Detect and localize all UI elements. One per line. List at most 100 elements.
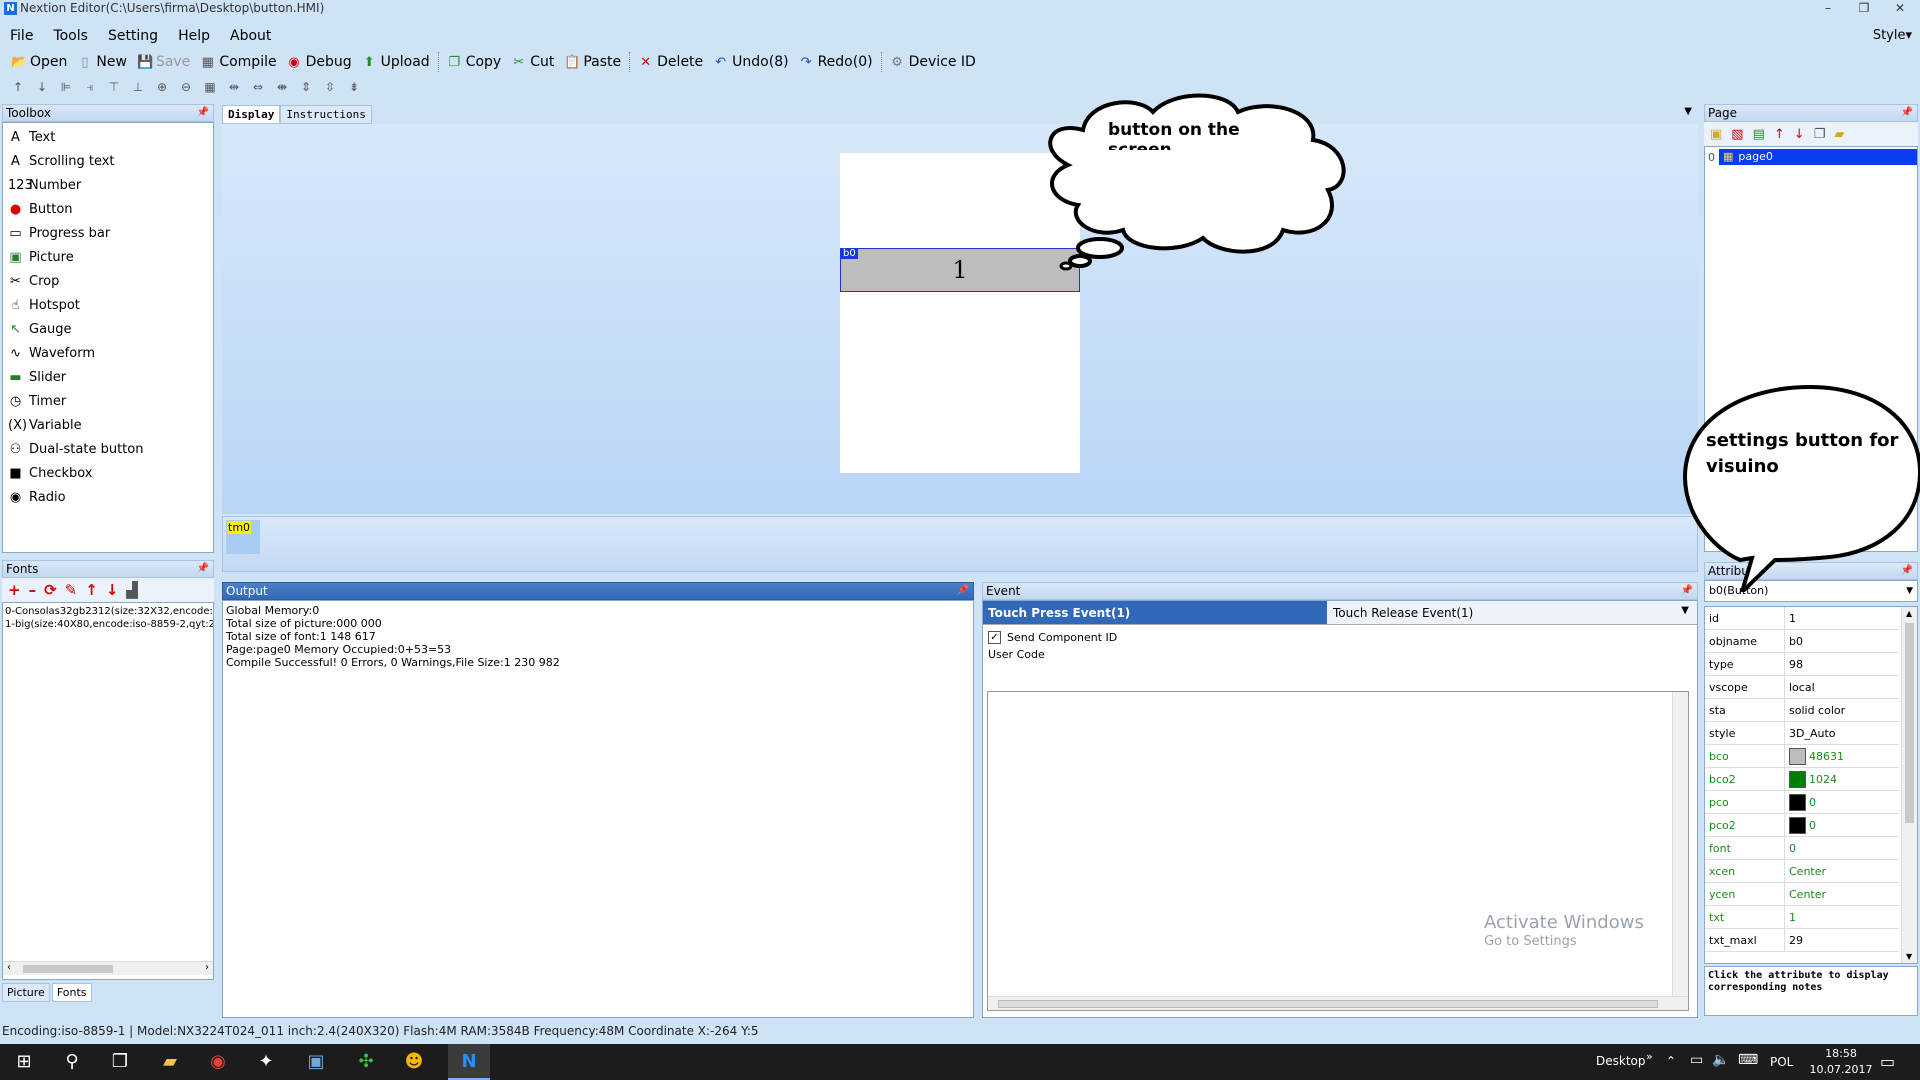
attribute-row-bco[interactable]: bco 48631 [1705, 745, 1899, 768]
file-explorer-icon[interactable]: ▰ [156, 1050, 184, 1074]
app-icon-4[interactable]: ☻ [400, 1050, 428, 1074]
color-swatch[interactable] [1789, 770, 1806, 788]
scroll-thumb[interactable] [998, 1000, 1658, 1008]
attribute-row-font[interactable]: font 0 [1705, 837, 1899, 860]
space-vertical-increase-icon[interactable]: ⇟ [344, 80, 364, 98]
attribute-row-id[interactable]: id 1 [1705, 607, 1899, 630]
toolbox-item-text[interactable]: A Text [3, 125, 213, 149]
toolbox-item-dual-state-button[interactable]: ⚇ Dual-state button [3, 437, 213, 461]
toolbox-item-radio[interactable]: ◉ Radio [3, 485, 213, 509]
space-vertical-icon[interactable]: ⇕ [296, 80, 316, 98]
volume-icon[interactable]: 🔈 [1712, 1052, 1729, 1068]
cut-button[interactable]: ✂ Cut [506, 51, 559, 73]
page-item-page0[interactable]: ▦ page0 [1719, 149, 1917, 165]
language-indicator[interactable]: POL [1770, 1055, 1793, 1069]
space-vertical-equal-icon[interactable]: ⇳ [320, 80, 340, 98]
attribute-value[interactable]: 3D_Auto [1785, 722, 1899, 744]
add-page-icon[interactable]: ▣ [1710, 127, 1722, 142]
space-increase-icon[interactable]: ⇼ [272, 80, 292, 98]
space-horizontal-icon[interactable]: ⇹ [224, 80, 244, 98]
attribute-value[interactable]: 0 [1785, 837, 1899, 859]
bring-forward-icon[interactable]: ↑ [8, 80, 28, 98]
scroll-thumb[interactable] [23, 965, 113, 973]
export-page-icon[interactable]: ▰ [1834, 127, 1844, 142]
search-icon[interactable]: ⚲ [58, 1050, 86, 1074]
horizontal-scrollbar[interactable] [988, 996, 1688, 1010]
dropdown-arrow-icon[interactable]: ▼ [1681, 605, 1689, 616]
add-font-icon[interactable]: + [8, 581, 21, 599]
attribute-value[interactable]: 0 [1785, 791, 1899, 813]
toolbox-item-scrolling-text[interactable]: A Scrolling text [3, 149, 213, 173]
refresh-font-icon[interactable]: ⟳ [44, 581, 57, 599]
toolbox-item-checkbox[interactable]: ■ Checkbox [3, 461, 213, 485]
edit-font-icon[interactable]: ✎ [65, 581, 78, 599]
upload-button[interactable]: ⬆ Upload [357, 51, 435, 73]
pin-icon[interactable]: 📌 [957, 583, 969, 599]
attribute-row-pco[interactable]: pco 0 [1705, 791, 1899, 814]
attribute-row-vscope[interactable]: vscope local [1705, 676, 1899, 699]
attribute-row-xcen[interactable]: xcen Center [1705, 860, 1899, 883]
attribute-value[interactable]: 98 [1785, 653, 1899, 675]
save-button[interactable]: 💾 Save [132, 51, 195, 73]
scroll-up-icon[interactable]: ▲ [1906, 609, 1912, 618]
new-button[interactable]: ▯ New [72, 51, 132, 73]
font-item[interactable]: 1-big(size:40X80,encode:iso-8859-2,qyt:2… [3, 619, 213, 631]
compile-button[interactable]: ▦ Compile [195, 51, 281, 73]
attribute-row-type[interactable]: type 98 [1705, 653, 1899, 676]
pin-icon[interactable]: 📌 [197, 105, 209, 121]
attribute-value[interactable]: solid color [1785, 699, 1899, 721]
pin-icon[interactable]: 📌 [1901, 105, 1913, 121]
attribute-row-objname[interactable]: objname b0 [1705, 630, 1899, 653]
chrome-icon[interactable]: ◉ [204, 1050, 232, 1074]
debug-button[interactable]: ◉ Debug [282, 51, 357, 73]
move-down-icon[interactable]: ↓ [106, 581, 119, 599]
horizontal-scrollbar[interactable]: ‹ › [3, 961, 213, 975]
insert-page-icon[interactable]: ▤ [1753, 127, 1765, 142]
attribute-value[interactable]: 1 [1785, 607, 1899, 629]
send-backward-icon[interactable]: ↓ [32, 80, 52, 98]
toolbox-item-slider[interactable]: ▬ Slider [3, 365, 213, 389]
align-top-icon[interactable]: ⊤ [104, 80, 124, 98]
attribute-value[interactable]: Center [1785, 883, 1899, 905]
scroll-left-icon[interactable]: ‹ [7, 962, 11, 973]
style-menu[interactable]: Style▾ [1873, 28, 1912, 43]
tab-display[interactable]: Display [222, 105, 281, 124]
restore-button[interactable]: ❐ [1846, 0, 1882, 16]
delete-page-icon[interactable]: ▧ [1731, 127, 1743, 142]
attribute-value[interactable]: 1 [1785, 906, 1899, 928]
tab-fonts[interactable]: Fonts [51, 983, 92, 1002]
menu-tools[interactable]: Tools [51, 28, 90, 44]
nextion-editor-taskbar-icon[interactable]: N [448, 1044, 490, 1080]
font-generator-icon[interactable]: ▟ [126, 581, 138, 599]
design-canvas[interactable]: 1 b0 [222, 124, 1698, 514]
page-list-item[interactable]: 0 ▦ page0 [1705, 149, 1917, 165]
attribute-value[interactable]: 1024 [1785, 768, 1899, 790]
scroll-down-icon[interactable]: ▼ [1906, 952, 1912, 961]
app-icon-3[interactable]: ✣ [352, 1050, 380, 1074]
toolbox-item-button[interactable]: ● Button [3, 197, 213, 221]
toolbox-item-progress-bar[interactable]: ▭ Progress bar [3, 221, 213, 245]
center-horizontal-icon[interactable]: ⊕ [152, 80, 172, 98]
remove-font-icon[interactable]: – [29, 581, 37, 599]
move-down-icon[interactable]: ↓ [1794, 127, 1805, 142]
attribute-value[interactable]: local [1785, 676, 1899, 698]
attribute-value[interactable]: Center [1785, 860, 1899, 882]
vertical-scrollbar[interactable]: ▲ ▼ [1901, 607, 1917, 963]
delete-button[interactable]: ✕ Delete [633, 51, 708, 73]
redo-button[interactable]: ↷ Redo(0) [794, 51, 878, 73]
pin-icon[interactable]: 📌 [197, 561, 209, 577]
close-button[interactable]: ✕ [1882, 0, 1918, 16]
toolbox-item-hotspot[interactable]: ☝ Hotspot [3, 293, 213, 317]
tab-touch-press[interactable]: Touch Press Event(1) [983, 601, 1327, 624]
open-button[interactable]: 📂 Open [6, 51, 72, 73]
copy-page-icon[interactable]: ❐ [1814, 127, 1826, 142]
attribute-value[interactable]: 29 [1785, 929, 1899, 951]
menu-setting[interactable]: Setting [106, 28, 160, 44]
toolbox-item-crop[interactable]: ✂ Crop [3, 269, 213, 293]
color-swatch[interactable] [1789, 747, 1806, 765]
clock[interactable]: 18:58 10.07.2017 [1806, 1046, 1876, 1078]
toolbox-item-variable[interactable]: (X) Variable [3, 413, 213, 437]
menu-file[interactable]: File [8, 28, 35, 44]
attribute-row-sta[interactable]: sta solid color [1705, 699, 1899, 722]
toolbox-item-waveform[interactable]: ∿ Waveform [3, 341, 213, 365]
